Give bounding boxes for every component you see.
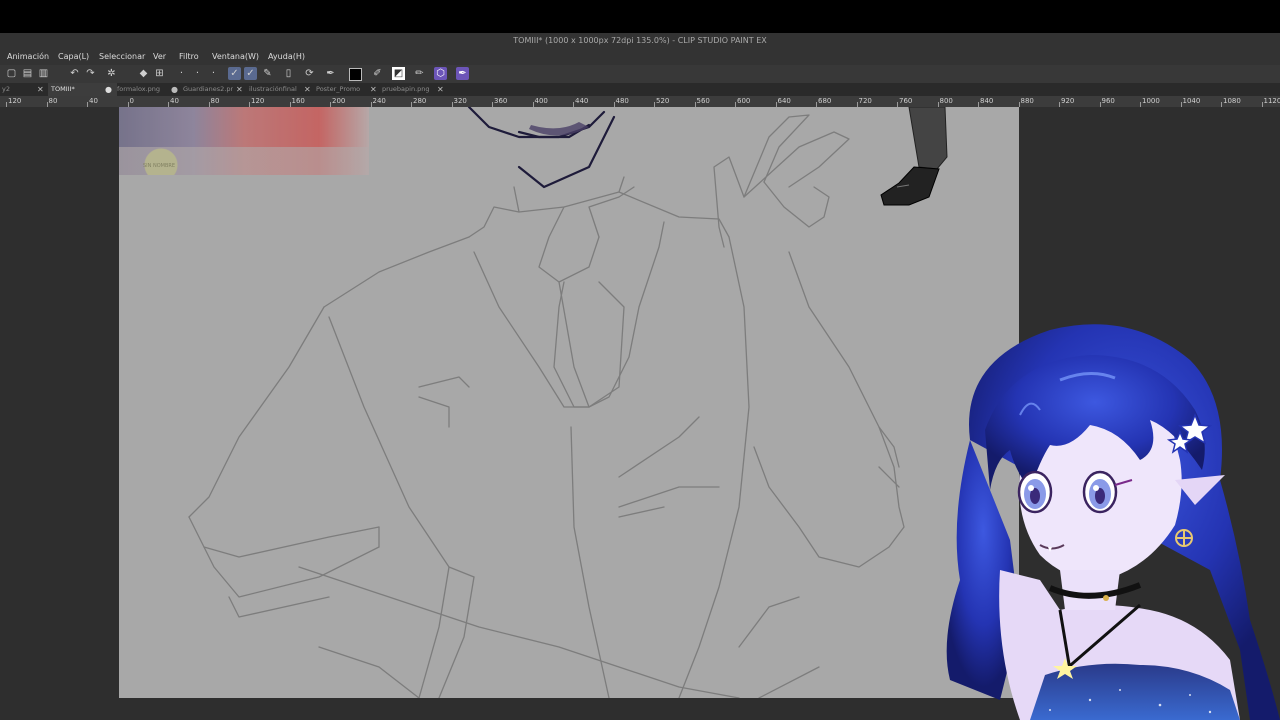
snowflake-earring-icon	[1175, 529, 1193, 547]
menu-ventana[interactable]: Ventana(W)	[212, 49, 259, 65]
active-dot-icon: ●	[105, 85, 112, 94]
ruler-tick-label: 80	[48, 97, 58, 105]
document-tabs: y2 ✕ TOMIII* ● formalox.png ● Guardianes…	[0, 83, 1280, 96]
pencil-icon[interactable]: ✏	[413, 67, 426, 80]
ruler-tick-label: 240	[372, 97, 386, 105]
ruler-tick-label: 360	[494, 97, 508, 105]
ruler-tick-label: 1120	[1263, 97, 1280, 105]
undo-icon[interactable]: ↶	[68, 67, 81, 80]
ruler-tick-label: 320	[453, 97, 467, 105]
ruler-tick-label: 160	[291, 97, 305, 105]
transform-icon[interactable]: ⊞	[153, 67, 166, 80]
drawing-canvas[interactable]: SIN NOMBRE	[119, 107, 1019, 698]
transparent-color-icon[interactable]: ◩	[392, 67, 405, 80]
layer-icon[interactable]: ▯	[282, 67, 295, 80]
tab-pruebapin[interactable]: pruebapin.png	[382, 83, 436, 96]
ruler-tick-label: 120	[8, 97, 22, 105]
tab-formalox[interactable]: formalox.png	[117, 83, 165, 96]
check-snap-icon[interactable]: ✓	[228, 67, 241, 80]
tab-ilustracionfinal[interactable]: ilustraciónfinal	[249, 83, 299, 96]
pen-icon[interactable]: ✒	[324, 67, 337, 80]
tab-guardianes2[interactable]: Guardianes2.pn	[183, 83, 233, 96]
ruler-tick-label: 280	[413, 97, 427, 105]
shoe-drawing	[880, 107, 948, 206]
settings-icon[interactable]: ✲	[105, 67, 118, 80]
eraser-icon[interactable]: ✐	[371, 67, 384, 80]
ruler-tick-label: 760	[899, 97, 913, 105]
ruler-tick-label: 1000	[1142, 97, 1160, 105]
close-icon[interactable]: ✕	[437, 83, 444, 96]
top-black-bar	[0, 0, 1280, 33]
modified-dot-icon: ●	[171, 85, 178, 94]
ruler-tick-label: 960	[1101, 97, 1115, 105]
close-icon[interactable]: ✕	[304, 83, 311, 96]
vtuber-avatar	[946, 324, 1280, 720]
ruler-tick-label: 0	[129, 97, 134, 105]
clear-icon[interactable]: ·	[175, 67, 188, 80]
brush-icon[interactable]: ✒	[456, 67, 469, 80]
ruler-tick-label: 120	[251, 97, 265, 105]
ruler-tick-label: 640	[777, 97, 791, 105]
color-swatch[interactable]	[349, 68, 362, 81]
ruler-tick-label: 720	[858, 97, 872, 105]
ruler-tick-label: 880	[1020, 97, 1034, 105]
ruler-tick-label: 1080	[1223, 97, 1241, 105]
menu-filtro[interactable]: Filtro	[179, 49, 199, 65]
sketch-layer	[188, 107, 948, 698]
tab-y2[interactable]: y2	[0, 83, 40, 96]
menu-animacion[interactable]: Animación	[7, 49, 49, 65]
ruler-tick-label: 600	[737, 97, 751, 105]
menu-bar: Animación Capa(L) Seleccionar Ver Filtro…	[0, 49, 1280, 65]
fill-icon[interactable]: ◆	[137, 67, 150, 80]
tab-poster-promo[interactable]: Poster_Promo	[316, 83, 366, 96]
ruler-tick-label: 40	[89, 97, 98, 105]
ruler-tick-label: 400	[534, 97, 548, 105]
horizontal-ruler: 120 80 40 0 40 80 120 160 200 240 280 320 360 400 440 4…	[0, 96, 1280, 107]
menu-seleccionar[interactable]: Seleccionar	[99, 49, 145, 65]
ruler-tick-label: 480	[615, 97, 629, 105]
ruler-tick-label: 560	[696, 97, 710, 105]
vector-icon[interactable]: ⬡	[434, 67, 447, 80]
crop-icon[interactable]: ·	[191, 67, 204, 80]
ruler-tick-label: 680	[818, 97, 832, 105]
ruler-tick-label: 40	[170, 97, 179, 105]
menu-ayuda[interactable]: Ayuda(H)	[268, 49, 305, 65]
print-icon[interactable]: ▥	[37, 67, 50, 80]
ruler-tick-label: 520	[656, 97, 670, 105]
ruler-tick-label: 1040	[1182, 97, 1201, 105]
menu-capa[interactable]: Capa(L)	[58, 49, 89, 65]
open-file-icon[interactable]: ▤	[21, 67, 34, 80]
ruler-tick-label: 200	[332, 97, 346, 105]
selection-icon[interactable]: ·	[207, 67, 220, 80]
ruler-tick-label: 440	[575, 97, 589, 105]
snap-ruler-icon[interactable]: ✓	[244, 67, 257, 80]
close-icon[interactable]: ✕	[370, 83, 377, 96]
menu-ver[interactable]: Ver	[153, 49, 166, 65]
ruler-tick-label: 920	[1061, 97, 1075, 105]
ruler-tick-label: 800	[939, 97, 953, 105]
close-icon[interactable]: ✕	[37, 83, 44, 96]
close-icon[interactable]: ✕	[236, 83, 243, 96]
new-file-icon[interactable]: ▢	[5, 67, 18, 80]
ruler-tick-label: 840	[980, 97, 994, 105]
window-title: TOMIII* (1000 x 1000px 72dpi 135.0%) - C…	[0, 33, 1280, 49]
command-bar: ▢ ▤ ▥ ↶ ↷ ✲ ◆ ⊞ · · · ✓ ✓ ✎ ▯ ⟳ ✒ ✐ ◩ ✏ …	[0, 65, 1280, 83]
ruler-tick-label: 80	[210, 97, 220, 105]
line-icon[interactable]: ✎	[261, 67, 274, 80]
rotate-icon[interactable]: ⟳	[303, 67, 316, 80]
redo-icon[interactable]: ↷	[84, 67, 97, 80]
